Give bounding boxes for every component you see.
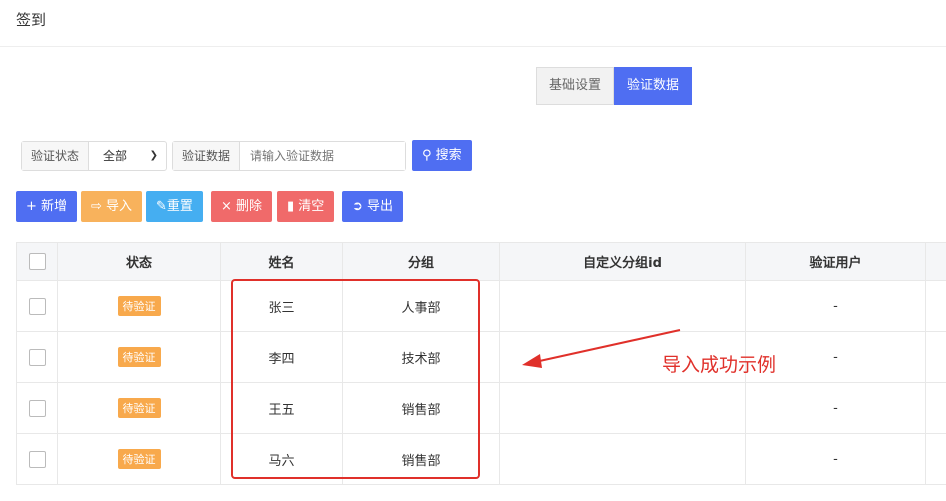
annotation-text: 导入成功示例: [662, 354, 777, 376]
arrow-icon: [522, 329, 681, 368]
